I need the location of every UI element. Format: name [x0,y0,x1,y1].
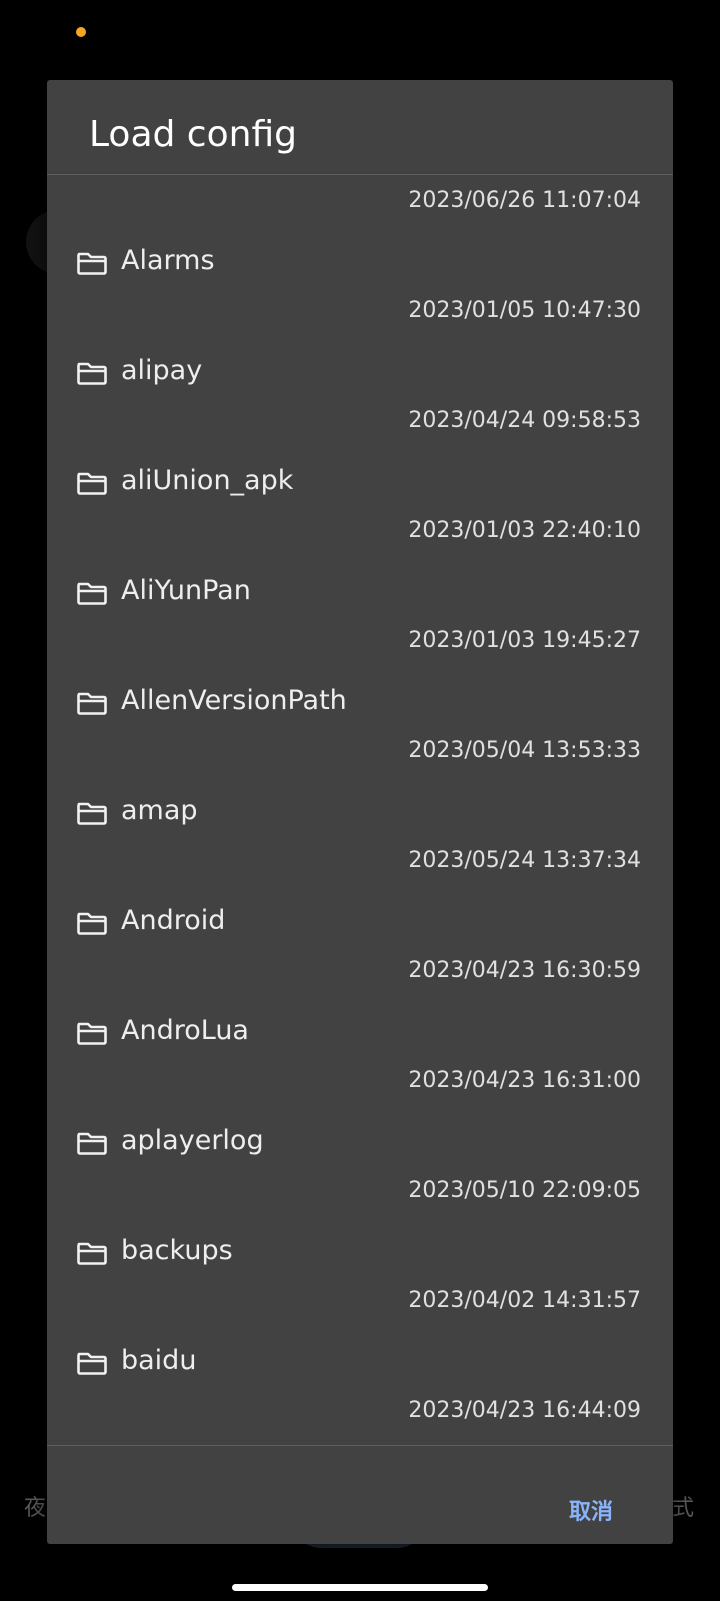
file-name: backups [121,1235,233,1266]
folder-icon [77,1241,107,1265]
folder-icon [77,1021,107,1045]
home-indicator[interactable] [232,1584,488,1591]
screen: 夜 式 Load config 2023/06/26 11:07:04 Alarm… [0,0,720,1601]
file-row[interactable]: aliUnion_apk 2023/01/03 22:40:10 [47,425,673,543]
divider [47,1445,673,1446]
file-date: 2023/04/23 16:44:09 [408,1398,641,1423]
file-row[interactable]: backups 2023/04/02 14:31:57 [47,1195,673,1313]
file-name: aliUnion_apk [121,465,294,496]
folder-icon [77,801,107,825]
file-row[interactable]: baidu 2023/04/23 16:44:09 [47,1305,673,1423]
file-name: Android [121,905,226,936]
file-row[interactable]: aplayerlog 2023/05/10 22:09:05 [47,1085,673,1203]
file-row[interactable]: 2023/06/26 11:07:04 [47,175,673,213]
notification-dot [76,27,86,37]
folder-icon [77,251,107,275]
folder-icon [77,581,107,605]
dialog-title: Load config [89,114,297,155]
file-row[interactable]: AliYunPan 2023/01/03 19:45:27 [47,535,673,653]
file-list-content: 2023/06/26 11:07:04 Alarms 2023/01/05 10:4… [47,175,673,1423]
folder-icon [77,1351,107,1375]
file-row[interactable]: Alarms 2023/01/05 10:47:30 [47,205,673,323]
folder-icon [77,1131,107,1155]
file-row[interactable]: AndroLua 2023/04/23 16:31:00 [47,975,673,1093]
file-list[interactable]: 2023/06/26 11:07:04 Alarms 2023/01/05 10:4… [47,175,673,1445]
folder-icon [77,911,107,935]
file-name: Alarms [121,245,215,276]
file-row[interactable]: Android 2023/04/23 16:30:59 [47,865,673,983]
folder-icon [77,691,107,715]
file-name: aplayerlog [121,1125,264,1156]
folder-icon [77,361,107,385]
file-name: amap [121,795,198,826]
folder-icon [77,471,107,495]
file-name: AliYunPan [121,575,251,606]
file-row[interactable]: AllenVersionPath 2023/05/04 13:53:33 [47,645,673,763]
background-label-right: 式 [672,1496,695,1521]
file-row[interactable]: amap 2023/05/24 13:37:34 [47,755,673,873]
file-name: baidu [121,1345,197,1376]
file-name: AndroLua [121,1015,249,1046]
cancel-button[interactable]: 取消 [559,1488,623,1532]
load-config-dialog: Load config 2023/06/26 11:07:04 Alarms 202… [47,80,673,1544]
file-name: AllenVersionPath [121,685,347,716]
file-name: alipay [121,355,203,386]
file-row[interactable]: alipay 2023/04/24 09:58:53 [47,315,673,433]
background-label-left: 夜 [24,1496,47,1521]
